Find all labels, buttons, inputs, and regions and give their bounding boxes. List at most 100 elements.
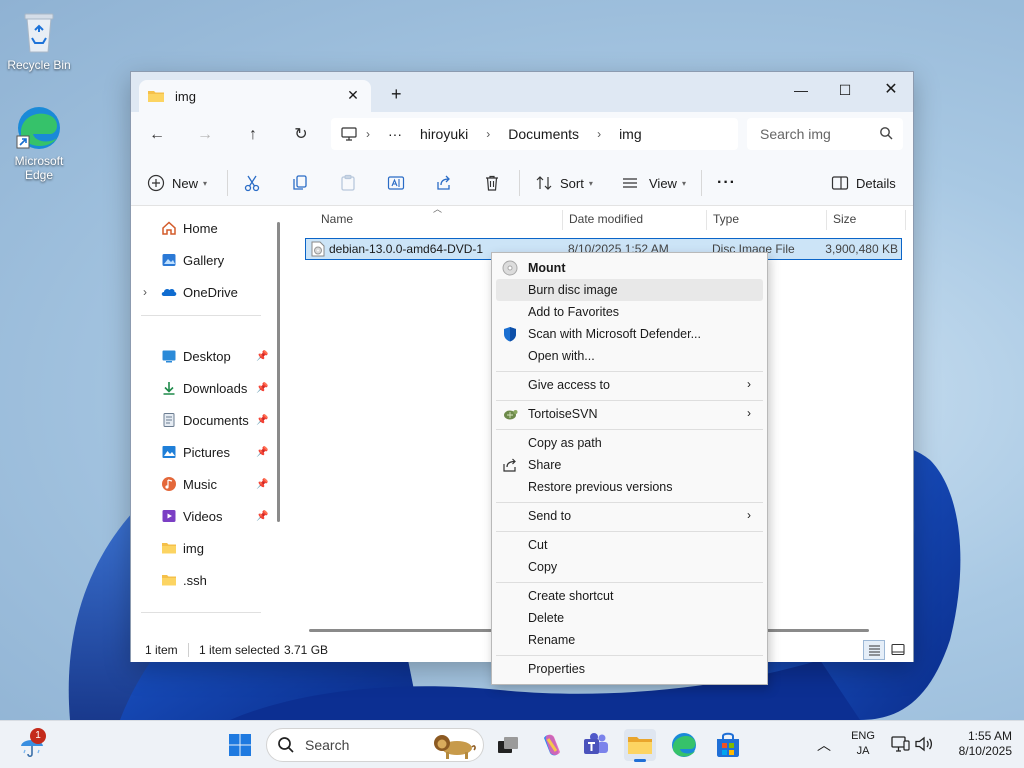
nav-item-documents[interactable]: Documents <box>161 409 249 431</box>
menu-item-properties[interactable]: Properties <box>496 658 763 680</box>
column-divider[interactable] <box>826 210 827 230</box>
column-header-name[interactable]: Name <box>321 212 353 226</box>
breadcrumb-chevron-icon[interactable]: › <box>366 127 370 141</box>
details-pane-button[interactable]: Details <box>831 172 896 194</box>
breadcrumb-documents[interactable]: Documents <box>508 126 579 142</box>
menu-item-give-access-to[interactable]: Give access to › <box>496 374 763 396</box>
menu-item-delete[interactable]: Delete <box>496 607 763 629</box>
address-bar[interactable]: › ··· hiroyuki › Documents › img <box>331 118 738 150</box>
menu-item-share[interactable]: Share <box>496 454 763 476</box>
see-more-button[interactable]: ··· <box>717 172 736 194</box>
file-explorer-taskbar-button[interactable] <box>624 729 656 762</box>
view-button[interactable]: View ▾ <box>621 172 686 194</box>
store-bag-icon <box>717 732 739 757</box>
menu-item-rename[interactable]: Rename <box>496 629 763 651</box>
context-menu: Mount Burn disc image Add to Favorites S… <box>491 252 768 685</box>
menu-item-send-to[interactable]: Send to › <box>496 505 763 527</box>
nav-item-pictures[interactable]: Pictures <box>161 441 230 463</box>
edge-taskbar-button[interactable] <box>668 729 700 761</box>
menu-item-scan-with-defender[interactable]: Scan with Microsoft Defender... <box>496 323 763 345</box>
menu-item-add-to-favorites[interactable]: Add to Favorites <box>496 301 763 323</box>
input-language-indicator[interactable]: ENG JA <box>846 729 880 759</box>
volume-icon[interactable] <box>914 735 934 756</box>
paste-button[interactable] <box>339 172 357 194</box>
breadcrumb-img[interactable]: img <box>619 126 642 142</box>
network-icon[interactable] <box>890 735 910 756</box>
menu-item-copy-as-path[interactable]: Copy as path <box>496 432 763 454</box>
toolbar-divider <box>227 170 228 196</box>
nav-label: Music <box>183 476 217 492</box>
clock-time: 1:55 AM <box>967 729 1012 743</box>
menu-item-open-with[interactable]: Open with... <box>496 345 763 367</box>
back-arrow-icon[interactable]: ← <box>145 124 169 146</box>
toolbar-divider <box>519 170 520 196</box>
nav-item-ssh[interactable]: .ssh <box>161 569 207 591</box>
tab-img[interactable]: img ✕ <box>139 80 371 112</box>
column-header-date-modified[interactable]: Date modified <box>569 212 643 226</box>
share-button[interactable] <box>435 172 453 194</box>
nav-item-downloads[interactable]: Downloads <box>161 377 247 399</box>
menu-item-tortoisesvn[interactable]: TortoiseSVN › <box>496 403 763 425</box>
column-header-type[interactable]: Type <box>713 212 739 226</box>
search-box[interactable]: Search img <box>747 118 903 150</box>
menu-item-burn-disc-image[interactable]: Burn disc image <box>496 279 763 301</box>
menu-item-restore-previous-versions[interactable]: Restore previous versions <box>496 476 763 498</box>
breadcrumb-chevron-icon[interactable]: › <box>486 127 490 141</box>
new-button[interactable]: New ▾ <box>147 172 207 194</box>
sort-button[interactable]: Sort ▾ <box>535 172 593 194</box>
task-view-button[interactable] <box>492 729 524 761</box>
nav-item-videos[interactable]: Videos <box>161 505 223 527</box>
delete-button[interactable] <box>483 172 501 194</box>
maximize-button[interactable]: ☐ <box>825 77 865 103</box>
menu-item-cut[interactable]: Cut <box>496 534 763 556</box>
cut-button[interactable] <box>243 172 261 194</box>
nav-label: Downloads <box>183 380 248 396</box>
copy-button[interactable] <box>291 172 309 194</box>
nav-pane-scrollbar[interactable] <box>277 222 280 522</box>
nav-item-img[interactable]: img <box>161 537 204 559</box>
breadcrumb-hiroyuki[interactable]: hiroyuki <box>420 126 468 142</box>
column-header-size[interactable]: Size <box>833 212 856 226</box>
refresh-icon[interactable]: ↻ <box>289 124 313 146</box>
nav-item-music[interactable]: Music <box>161 473 217 495</box>
chevron-down-icon: ▾ <box>203 178 208 188</box>
expand-chevron-icon[interactable]: › <box>143 285 155 299</box>
nav-item-gallery[interactable]: Gallery <box>161 249 224 271</box>
rename-button[interactable] <box>387 172 405 194</box>
menu-label: Restore previous versions <box>528 480 673 494</box>
breadcrumb-overflow[interactable]: ··· <box>388 126 402 142</box>
recycle-bin-desktop-icon[interactable]: Recycle Bin <box>3 8 75 72</box>
breadcrumb-chevron-icon[interactable]: › <box>597 127 601 141</box>
nav-item-onedrive[interactable]: › OneDrive <box>143 281 238 303</box>
close-window-button[interactable]: ✕ <box>871 77 911 103</box>
up-arrow-icon[interactable]: ↑ <box>241 124 265 146</box>
edge-icon <box>672 733 696 757</box>
system-clock[interactable]: 1:55 AM 8/10/2025 <box>938 729 1012 759</box>
microsoft-edge-desktop-icon[interactable]: Microsoft Edge <box>3 104 75 182</box>
forward-arrow-icon[interactable]: → <box>193 124 217 146</box>
show-hidden-icons-chevron-icon[interactable]: ︿ <box>817 735 831 755</box>
start-button[interactable] <box>224 729 256 761</box>
microsoft-store-button[interactable] <box>712 729 744 761</box>
large-icons-view-button[interactable] <box>887 640 909 660</box>
tab-close-icon[interactable]: ✕ <box>345 87 361 103</box>
copilot-button[interactable] <box>536 729 568 761</box>
menu-item-mount[interactable]: Mount <box>496 257 763 279</box>
task-view-icon <box>498 737 518 753</box>
column-divider[interactable] <box>706 210 707 230</box>
search-icon <box>278 737 294 753</box>
column-divider[interactable] <box>562 210 563 230</box>
title-bar[interactable]: img ✕ + — ☐ ✕ <box>131 72 913 112</box>
defender-shield-icon <box>504 327 516 342</box>
nav-item-home[interactable]: Home <box>161 217 218 239</box>
column-divider[interactable] <box>905 210 906 230</box>
nav-item-desktop[interactable]: Desktop <box>161 345 231 367</box>
menu-item-copy[interactable]: Copy <box>496 556 763 578</box>
new-tab-plus-icon[interactable]: + <box>391 85 402 103</box>
taskbar-search[interactable]: Search <box>266 728 484 762</box>
teams-button[interactable] <box>580 729 612 761</box>
menu-item-create-shortcut[interactable]: Create shortcut <box>496 585 763 607</box>
menu-label: Give access to <box>528 378 610 392</box>
minimize-button[interactable]: — <box>781 77 821 103</box>
details-view-button[interactable] <box>863 640 885 660</box>
